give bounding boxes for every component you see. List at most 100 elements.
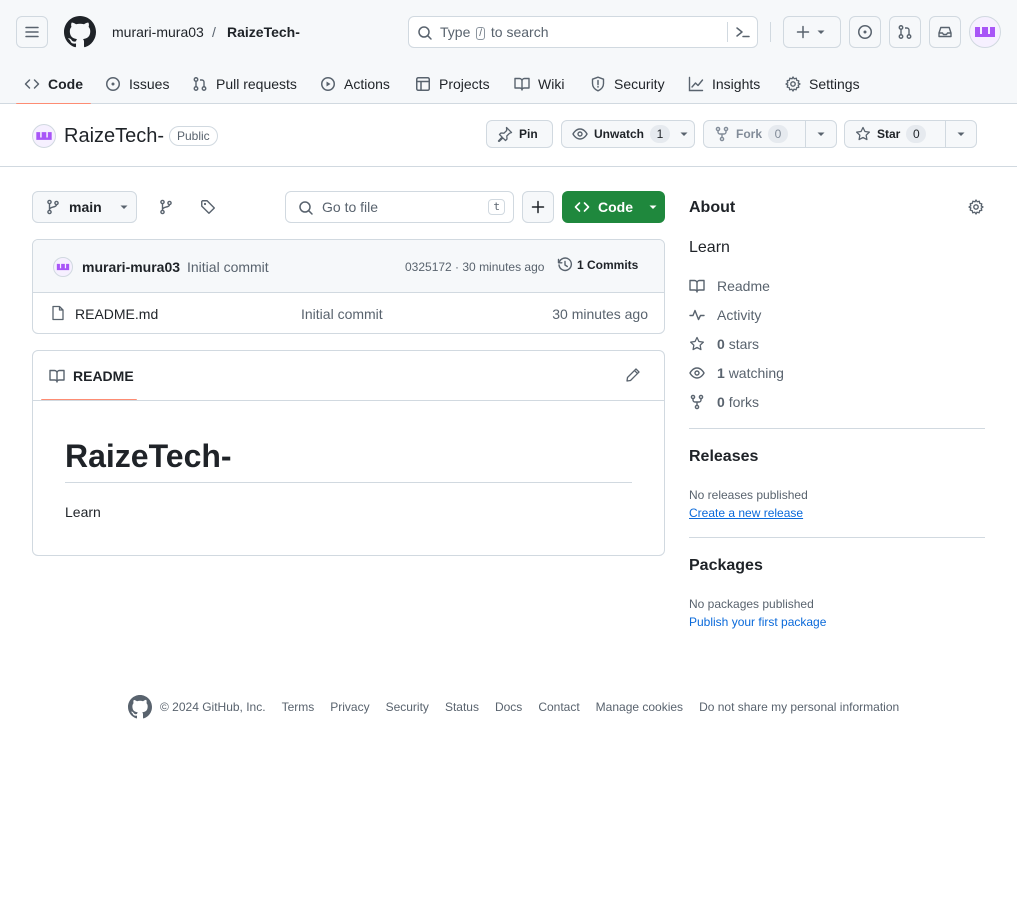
repo-name[interactable]: RaizeTech- <box>64 124 164 148</box>
book-icon <box>514 77 530 91</box>
footer-link-privacy[interactable]: Privacy <box>330 700 369 714</box>
issue-icon <box>858 25 872 39</box>
github-logo[interactable] <box>64 16 96 48</box>
tab-security-label: Security <box>614 76 665 92</box>
gear-icon <box>785 76 801 92</box>
fork-button[interactable]: Fork 0 <box>703 120 837 148</box>
tab-security[interactable]: Security <box>590 64 665 104</box>
inbox-button[interactable] <box>929 16 961 48</box>
identicon-icon <box>56 263 70 271</box>
branch-selector[interactable]: main <box>32 191 137 223</box>
releases-title[interactable]: Releases <box>689 448 758 466</box>
sidebar-item-stars[interactable]: 0 stars <box>689 334 759 354</box>
triangle-down-icon[interactable] <box>676 126 692 142</box>
hamburger-icon <box>25 26 39 38</box>
breadcrumb-separator: / <box>212 24 216 40</box>
gear-icon[interactable] <box>968 199 984 215</box>
tab-pull-requests[interactable]: Pull requests <box>192 64 297 104</box>
search-icon <box>299 201 313 215</box>
table-row[interactable]: README.md Initial commit 30 minutes ago <box>33 293 664 333</box>
fork-label: Fork <box>736 127 763 141</box>
about-title: About <box>689 199 736 216</box>
tab-issues[interactable]: Issues <box>105 64 169 104</box>
footer-link-security[interactable]: Security <box>386 700 429 714</box>
sidebar-item-activity[interactable]: Activity <box>689 305 761 325</box>
sidebar-item-label: Activity <box>717 307 762 323</box>
history-icon <box>557 257 573 272</box>
add-file-button[interactable] <box>522 191 554 223</box>
commit-message[interactable]: Initial commit <box>187 259 269 275</box>
sidebar-item-readme[interactable]: Readme <box>689 276 770 296</box>
tab-actions[interactable]: Actions <box>320 64 390 104</box>
sidebar-item-forks[interactable]: 0 forks <box>689 392 759 412</box>
tab-code-label: Code <box>48 76 83 92</box>
footer-link-do-not-share[interactable]: Do not share my personal information <box>699 700 899 714</box>
commit-author-avatar[interactable] <box>53 257 73 277</box>
readme-heading: RaizeTech- <box>65 438 232 474</box>
breadcrumb-repo[interactable]: RaizeTech- <box>227 23 300 41</box>
readme-tab[interactable]: README <box>41 351 137 401</box>
readme-divider <box>33 400 664 401</box>
shield-icon <box>591 76 605 92</box>
global-header: murari-mura03 / RaizeTech- Type / to sea… <box>0 0 1017 105</box>
commit-author[interactable]: murari-mura03 <box>82 259 180 275</box>
pull-request-icon <box>193 77 207 91</box>
code-icon <box>574 202 590 212</box>
file-age: 30 minutes ago <box>552 306 648 322</box>
commit-meta[interactable]: 0325172 · 30 minutes ago <box>405 260 544 274</box>
tab-wiki[interactable]: Wiki <box>514 64 564 104</box>
commits-history-link[interactable]: 1 Commits <box>557 257 638 273</box>
star-dropdown[interactable] <box>944 121 976 147</box>
search-input[interactable]: Type / to search <box>408 16 758 48</box>
sidebar-item-watching[interactable]: 1 watching <box>689 363 784 383</box>
pull-requests-button[interactable] <box>889 16 921 48</box>
user-avatar[interactable] <box>969 16 1001 48</box>
file-name[interactable]: README.md <box>75 306 158 322</box>
footer-link-manage-cookies[interactable]: Manage cookies <box>596 700 683 714</box>
play-icon <box>321 77 335 91</box>
footer-link-status[interactable]: Status <box>445 700 479 714</box>
create-new-button[interactable] <box>783 16 841 48</box>
search-shortcut-key: / <box>476 27 486 40</box>
identicon-icon <box>36 132 52 140</box>
fork-icon <box>715 126 729 142</box>
breadcrumb-owner[interactable]: murari-mura03 <box>112 23 204 41</box>
graph-icon <box>688 76 704 92</box>
create-release-link[interactable]: Create a new release <box>689 506 803 520</box>
issue-icon <box>106 77 120 91</box>
menu-button[interactable] <box>16 16 48 48</box>
fork-dropdown[interactable] <box>804 121 836 147</box>
tab-code[interactable]: Code <box>16 64 91 105</box>
file-icon <box>52 305 64 321</box>
packages-empty-text: No packages published <box>689 597 814 611</box>
pencil-icon[interactable] <box>625 367 641 383</box>
tags-button[interactable] <box>192 191 224 223</box>
footer-link-terms[interactable]: Terms <box>282 700 315 714</box>
code-button-label: Code <box>598 199 633 215</box>
git-branch-icon <box>160 199 172 215</box>
tab-projects[interactable]: Projects <box>415 64 490 104</box>
sidebar-divider <box>689 537 985 538</box>
search-divider <box>727 22 728 42</box>
file-commit-message[interactable]: Initial commit <box>301 306 383 322</box>
owner-avatar[interactable] <box>32 124 56 148</box>
branches-button[interactable] <box>150 191 182 223</box>
footer-link-docs[interactable]: Docs <box>495 700 522 714</box>
watch-label: Unwatch <box>594 127 645 141</box>
publish-package-link[interactable]: Publish your first package <box>689 615 826 629</box>
watch-button[interactable]: Unwatch 1 <box>561 120 695 148</box>
command-palette-icon[interactable] <box>735 24 751 40</box>
code-icon <box>24 79 40 89</box>
packages-title[interactable]: Packages <box>689 557 763 575</box>
tab-settings-label: Settings <box>809 76 860 92</box>
issues-button[interactable] <box>849 16 881 48</box>
code-button[interactable]: Code <box>562 191 665 223</box>
footer-link-contact[interactable]: Contact <box>538 700 579 714</box>
github-mark-icon[interactable] <box>128 695 152 719</box>
go-to-file-input[interactable]: Go to file t <box>285 191 514 223</box>
tab-settings[interactable]: Settings <box>785 64 860 104</box>
sidebar-divider <box>689 428 985 429</box>
star-button[interactable]: Star 0 <box>844 120 977 148</box>
tab-insights[interactable]: Insights <box>688 64 760 104</box>
pin-button[interactable]: Pin <box>486 120 553 148</box>
